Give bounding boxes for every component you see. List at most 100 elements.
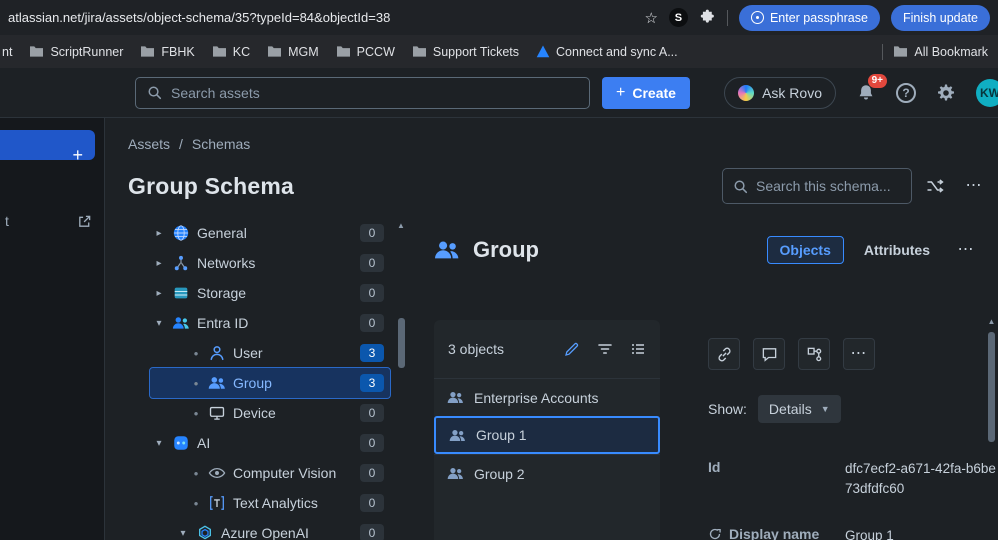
object-row-group-2[interactable]: Group 2 bbox=[434, 454, 660, 492]
tab-attributes[interactable]: Attributes bbox=[856, 237, 938, 263]
tree-item-azure-openai[interactable]: ▾ Azure OpenAI 0 bbox=[150, 518, 390, 540]
filter-icon[interactable] bbox=[597, 341, 613, 357]
schema-more-button[interactable]: ⋯ bbox=[958, 170, 990, 202]
search-assets-input[interactable] bbox=[171, 85, 578, 101]
tree-item-user[interactable]: • User 3 bbox=[150, 338, 390, 368]
group-icon bbox=[447, 465, 464, 482]
object-type-more-button[interactable]: ⋯ bbox=[950, 234, 982, 266]
chevron-down-icon: ▼ bbox=[821, 404, 830, 414]
detail-scrollbar[interactable]: ▲ bbox=[986, 318, 997, 442]
tree-scrollbar[interactable]: ▲ bbox=[396, 218, 406, 518]
schema-graph-button[interactable] bbox=[919, 170, 951, 202]
left-sidebar: + t bbox=[0, 118, 105, 540]
tab-objects[interactable]: Objects bbox=[767, 236, 844, 264]
scroll-up-icon[interactable]: ▲ bbox=[397, 222, 405, 230]
schema-search-input[interactable] bbox=[756, 178, 901, 194]
tree-item-device[interactable]: • Device 0 bbox=[150, 398, 390, 428]
comments-button[interactable] bbox=[753, 338, 785, 370]
breadcrumb-schemas[interactable]: Schemas bbox=[192, 136, 250, 152]
bookmark-item-support-tickets[interactable]: Support Tickets bbox=[412, 45, 519, 59]
scroll-up-icon[interactable]: ▲ bbox=[988, 318, 996, 326]
object-row-enterprise-accounts[interactable]: Enterprise Accounts bbox=[434, 378, 660, 416]
search-icon bbox=[733, 179, 748, 194]
atlassian-icon bbox=[536, 45, 550, 58]
bookmark-item-scriptrunner[interactable]: ScriptRunner bbox=[29, 45, 123, 59]
url-text[interactable]: atlassian.net/jira/assets/object-schema/… bbox=[8, 10, 390, 25]
sidebar-item-truncated[interactable]: t bbox=[0, 206, 104, 236]
field-display-name: Display name Group 1 bbox=[708, 526, 998, 540]
folder-icon bbox=[29, 45, 44, 58]
bookmark-item-pccw[interactable]: PCCW bbox=[336, 45, 395, 59]
count-badge: 3 bbox=[360, 374, 384, 392]
tree-item-storage[interactable]: ▸ Storage 0 bbox=[150, 278, 390, 308]
extension-s-icon[interactable]: S bbox=[669, 8, 688, 27]
count-badge: 0 bbox=[360, 284, 384, 302]
bookmarks-bar: nt ScriptRunner FBHK KC MGM PCCW Support… bbox=[0, 35, 998, 68]
scrollbar-thumb[interactable] bbox=[398, 318, 405, 368]
chevron-right-icon[interactable]: ▸ bbox=[150, 288, 168, 299]
chevron-right-icon[interactable]: ▸ bbox=[150, 258, 168, 269]
finish-update-button[interactable]: Finish update bbox=[891, 5, 990, 31]
user-avatar[interactable]: KW bbox=[976, 79, 998, 107]
content-area: + t Assets / Schemas Group Schema bbox=[0, 118, 998, 540]
browser-url-bar: atlassian.net/jira/assets/object-schema/… bbox=[0, 0, 998, 35]
chevron-down-icon[interactable]: ▾ bbox=[150, 438, 168, 449]
breadcrumb-assets[interactable]: Assets bbox=[128, 136, 170, 152]
folder-icon bbox=[212, 45, 227, 58]
breadcrumb-separator: / bbox=[179, 136, 183, 152]
entra-id-icon bbox=[172, 314, 190, 332]
tree-item-group[interactable]: • Group 3 bbox=[150, 368, 390, 398]
list-view-icon[interactable] bbox=[630, 341, 646, 357]
add-icon[interactable]: + bbox=[72, 146, 83, 164]
object-type-title: Group bbox=[473, 237, 539, 263]
chevron-down-icon[interactable]: ▾ bbox=[150, 318, 168, 329]
tree-item-ai[interactable]: ▾ AI 0 bbox=[150, 428, 390, 458]
folder-icon bbox=[893, 45, 908, 58]
show-details-dropdown[interactable]: Details ▼ bbox=[758, 395, 841, 423]
settings-gear-icon[interactable] bbox=[936, 83, 956, 103]
more-icon: ⋯ bbox=[958, 242, 975, 258]
bookmark-item-fbhk[interactable]: FBHK bbox=[140, 45, 194, 59]
breadcrumb: Assets / Schemas bbox=[128, 134, 998, 154]
object-graph-button[interactable] bbox=[798, 338, 830, 370]
search-icon bbox=[147, 85, 162, 100]
chevron-right-icon[interactable]: ▸ bbox=[150, 228, 168, 239]
details-more-button[interactable]: ⋯ bbox=[843, 338, 875, 370]
divider bbox=[727, 10, 728, 26]
count-badge: 0 bbox=[360, 464, 384, 482]
folder-icon bbox=[267, 45, 282, 58]
bookmark-star-icon[interactable]: ☆ bbox=[645, 9, 658, 27]
all-bookmarks-button[interactable]: All Bookmark bbox=[893, 45, 988, 59]
chevron-down-icon[interactable]: ▾ bbox=[174, 528, 192, 539]
scrollbar-thumb[interactable] bbox=[988, 332, 995, 442]
notifications-button[interactable]: 9+ bbox=[856, 83, 876, 103]
tree-item-general[interactable]: ▸ General 0 bbox=[150, 218, 390, 248]
bookmark-item-kc[interactable]: KC bbox=[212, 45, 250, 59]
rovo-icon bbox=[738, 85, 754, 101]
search-assets-box[interactable] bbox=[135, 77, 590, 109]
object-row-group-1[interactable]: Group 1 bbox=[434, 416, 660, 454]
ask-rovo-button[interactable]: Ask Rovo bbox=[724, 77, 836, 109]
tree-item-computer-vision[interactable]: • Computer Vision 0 bbox=[150, 458, 390, 488]
enter-passphrase-button[interactable]: Enter passphrase bbox=[739, 5, 880, 31]
page-title: Group Schema bbox=[128, 173, 294, 200]
schema-search-box[interactable] bbox=[722, 168, 912, 204]
create-button[interactable]: + Create bbox=[602, 77, 690, 109]
attachments-button[interactable] bbox=[708, 338, 740, 370]
tree-item-networks[interactable]: ▸ Networks 0 bbox=[150, 248, 390, 278]
bookmark-item-connect-sync[interactable]: Connect and sync A... bbox=[536, 45, 678, 59]
bookmark-item[interactable]: nt bbox=[2, 45, 12, 59]
user-icon bbox=[208, 344, 226, 362]
help-button[interactable]: ? bbox=[896, 83, 916, 103]
field-id: Id dfc7ecf2-a671-42fa-b6be73dfdfc60 bbox=[708, 459, 998, 500]
edit-pencil-icon[interactable] bbox=[564, 341, 580, 357]
jira-top-nav: + Create Ask Rovo 9+ ? KW bbox=[0, 68, 998, 118]
tree-item-text-analytics[interactable]: • Text Analytics 0 bbox=[150, 488, 390, 518]
extensions-puzzle-icon[interactable] bbox=[699, 9, 716, 26]
eye-icon bbox=[208, 464, 226, 482]
bullet-icon: • bbox=[190, 496, 202, 511]
sidebar-selected-item[interactable]: + bbox=[0, 130, 95, 160]
tree-item-entra-id[interactable]: ▾ Entra ID 0 bbox=[150, 308, 390, 338]
ai-icon bbox=[172, 434, 190, 452]
bookmark-item-mgm[interactable]: MGM bbox=[267, 45, 319, 59]
